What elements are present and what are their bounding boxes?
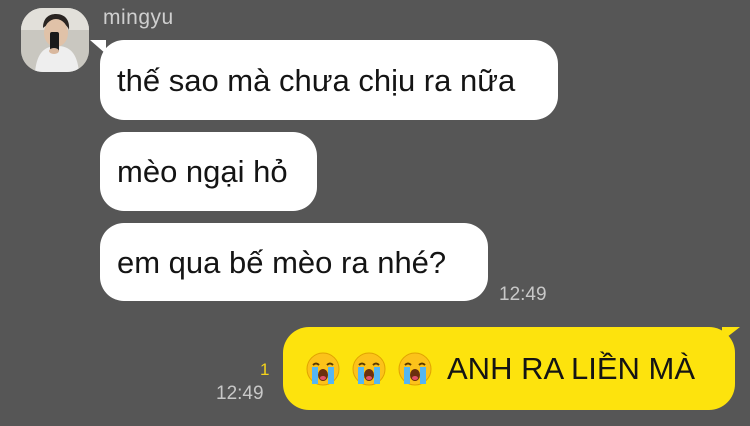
outgoing-timestamp: 12:49 [216, 383, 264, 404]
message-text: thế sao mà chưa chịu ra nữa [117, 62, 516, 98]
sender-name: mingyu [103, 6, 174, 29]
unread-count: 1 [260, 360, 270, 379]
loudly-crying-face-icon [305, 351, 341, 387]
message-text: mèo ngại hỏ [117, 154, 288, 189]
incoming-message[interactable]: thế sao mà chưa chịu ra nữa [100, 40, 558, 120]
message-text: ANH RA LIỀN MÀ [447, 350, 696, 386]
avatar[interactable] [21, 8, 89, 72]
avatar-photo-icon [21, 8, 89, 72]
incoming-timestamp: 12:49 [499, 284, 547, 305]
incoming-message[interactable]: em qua bế mèo ra nhé? [100, 223, 488, 301]
loudly-crying-face-icon [351, 351, 387, 387]
loudly-crying-face-icon [397, 351, 433, 387]
incoming-message[interactable]: mèo ngại hỏ [100, 132, 317, 211]
message-text: em qua bế mèo ra nhé? [117, 244, 447, 280]
outgoing-message[interactable]: ANH RA LIỀN MÀ [283, 327, 735, 410]
